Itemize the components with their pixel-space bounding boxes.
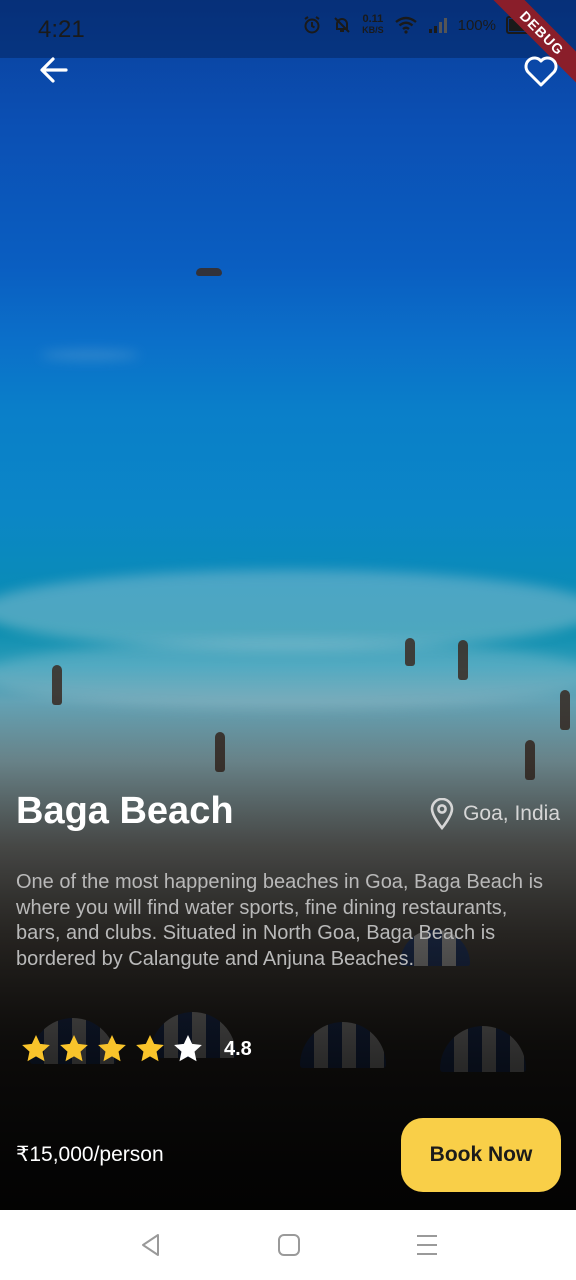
star-icon: [60, 1035, 88, 1062]
star-icon: [98, 1035, 126, 1062]
star-empty-icon: [174, 1035, 202, 1062]
destination-location: Goa, India: [429, 798, 560, 830]
home-square-icon[interactable]: [276, 1232, 302, 1258]
destination-title: Baga Beach: [16, 790, 234, 832]
status-time: 4:21: [38, 16, 85, 43]
status-bar: 4:21 0.11 KB/S 100% DEBUG: [0, 0, 576, 91]
menu-lines-icon[interactable]: [414, 1232, 440, 1258]
favorite-button[interactable]: [522, 52, 560, 90]
destination-description: One of the most happening beaches in Goa…: [16, 871, 544, 970]
rating: 4.8: [20, 1033, 252, 1065]
alarm-icon: [304, 16, 320, 34]
book-now-button[interactable]: Book Now: [401, 1118, 561, 1192]
gradient-overlay: [0, 0, 576, 1210]
location-text: Goa, India: [463, 802, 560, 825]
price-label: ₹15,000/person: [16, 1143, 164, 1166]
star-icon: [22, 1035, 50, 1062]
destination-detail-screen: 4:21 0.11 KB/S 100% DEBUG Baga Beach Goa…: [0, 0, 576, 1280]
star-icon: [136, 1035, 164, 1062]
wifi-icon: [394, 16, 417, 34]
battery-percent: 100%: [457, 16, 496, 34]
arrow-left-icon: [40, 57, 68, 83]
back-triangle-icon[interactable]: [138, 1232, 164, 1258]
back-button[interactable]: [36, 52, 72, 88]
net-speed-unit: KB/S: [362, 25, 384, 35]
heart-outline-icon: [524, 56, 558, 87]
signal-icon: [428, 18, 447, 33]
network-speed: 0.11 KB/S: [362, 14, 384, 36]
system-nav-bar: [0, 1210, 576, 1280]
bell-muted-icon: [334, 17, 350, 33]
net-speed-value: 0.11: [362, 13, 384, 25]
map-pin-icon: [430, 798, 454, 830]
status-icons: 0.11 KB/S 100%: [302, 14, 539, 36]
rating-value: 4.8: [224, 1037, 252, 1060]
